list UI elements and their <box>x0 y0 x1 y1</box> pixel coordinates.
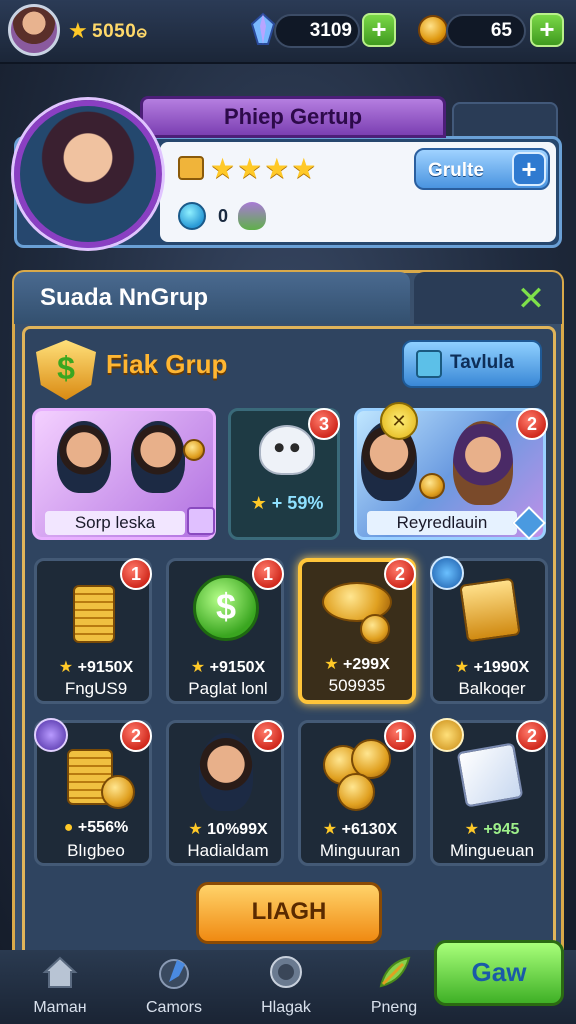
star-icon: ★ <box>58 659 74 676</box>
count-badge: 2 <box>252 720 284 752</box>
tavlula-button-label: Tavlula <box>450 352 515 373</box>
item-name: 509935 <box>328 676 386 695</box>
nav-item-hlagak[interactable]: Hlagak <box>236 954 336 1020</box>
rank-badge-icon <box>178 156 204 180</box>
leaf-icon <box>379 956 411 988</box>
crate-icon <box>456 742 524 808</box>
character-portrait <box>199 733 253 811</box>
item-price: +9150X <box>209 659 266 676</box>
item-price: +1990X <box>473 659 530 676</box>
count-badge: 3 <box>308 408 340 440</box>
gold-bar-icon <box>459 577 521 643</box>
count-badge: 2 <box>516 720 548 752</box>
count-badge: 2 <box>120 720 152 752</box>
dollar-coin-icon: $ <box>193 575 259 641</box>
badge-icon <box>270 956 302 988</box>
star-icon: ★ <box>188 821 203 838</box>
coin-icon <box>183 439 205 461</box>
coin-icon <box>360 614 390 644</box>
nav-label: Mamaн <box>33 999 87 1016</box>
diamond-icon <box>512 506 546 540</box>
gift-icon <box>238 202 266 230</box>
item-price: +945 <box>483 821 520 838</box>
rating-stars: ★★★★ <box>210 153 319 184</box>
profile-side-tab[interactable] <box>452 102 558 138</box>
flag-icon <box>159 959 189 989</box>
coin-icon <box>337 773 375 811</box>
coin-icon: ● <box>63 819 74 836</box>
panda-icon <box>259 425 315 475</box>
profile-avatar[interactable] <box>14 100 162 248</box>
home-icon <box>42 956 78 988</box>
item-price: +6130X <box>341 821 398 838</box>
nav-item-pneng[interactable]: Pneng <box>344 954 444 1020</box>
panel-title: Suada NnGrup <box>40 284 209 311</box>
coin-icon <box>101 775 135 809</box>
star-icon: ★ <box>190 659 206 676</box>
heart-icon <box>178 202 206 230</box>
star-icon: ★ <box>454 659 470 676</box>
dollar-icon: $ <box>57 350 75 386</box>
add-coins-button[interactable]: + <box>530 13 564 47</box>
character-portrait <box>57 421 111 493</box>
plus-icon[interactable]: + <box>512 152 546 186</box>
star-icon: ★ <box>68 18 88 43</box>
coin-value: 65 <box>490 20 512 41</box>
featured-card-percent: + 59% <box>271 493 324 513</box>
character-portrait <box>131 421 185 493</box>
star-icon: ★ <box>250 493 267 513</box>
star-icon: ★ <box>322 821 338 838</box>
grulte-button-label: Grulte <box>428 160 484 181</box>
coin-stack-icon <box>73 585 115 643</box>
count-badge: 2 <box>516 408 548 440</box>
door-badge-icon <box>430 718 464 752</box>
nav-item-camors[interactable]: Camors <box>124 954 224 1020</box>
item-name: Mingueuan <box>449 841 535 860</box>
featured-card-1[interactable]: Sorp leska <box>32 408 216 540</box>
item-name: Hadialdam <box>187 841 269 860</box>
item-name: Balkoqer <box>458 679 526 698</box>
gem-value: 3109 <box>309 20 352 41</box>
item-price: +556% <box>77 819 129 836</box>
gem-box-icon <box>187 507 215 535</box>
add-gems-button[interactable]: + <box>362 13 396 47</box>
nav-label: Camors <box>145 999 202 1016</box>
count-badge: 1 <box>120 558 152 590</box>
count-badge: 2 <box>384 558 416 590</box>
nav-item-home[interactable]: Mamaн <box>10 954 110 1020</box>
liagh-button[interactable]: LIAGH <box>196 882 382 944</box>
heart-count: 0 <box>218 206 229 226</box>
nav-label: Pneng <box>370 999 418 1016</box>
coin-icon <box>418 15 448 45</box>
star-icon: ★ <box>464 821 479 838</box>
player-avatar[interactable] <box>8 4 60 56</box>
multiplier-badge-icon: ✕ <box>380 402 418 440</box>
character-portrait <box>453 421 513 505</box>
item-name: Paglat lonl <box>188 679 268 698</box>
section-title: Fiak Grup <box>106 349 228 379</box>
item-price: +9150X <box>77 659 134 676</box>
item-price: 10%99X <box>207 821 268 838</box>
gaw-button[interactable]: Gaw <box>434 940 564 1006</box>
profile-name: Phiep Gertup <box>140 96 446 138</box>
box-icon <box>416 350 442 378</box>
swirl-badge-icon <box>34 718 68 752</box>
nav-label: Hlagak <box>261 999 311 1016</box>
count-badge: 1 <box>384 720 416 752</box>
close-icon[interactable]: ✕ <box>512 280 550 318</box>
featured-card-label: Sorp leska <box>45 511 185 535</box>
score-value: 5050ဓ <box>92 21 148 42</box>
featured-card-label: Reyredlauin <box>367 511 517 535</box>
box-badge-icon <box>430 556 464 590</box>
star-icon: ★ <box>324 656 339 673</box>
count-badge: 1 <box>252 558 284 590</box>
coin-icon <box>419 473 445 499</box>
item-name: Blıgbeo <box>67 841 125 860</box>
item-name: Minguuran <box>319 841 401 860</box>
item-price: +299X <box>343 656 390 673</box>
item-name: FngUS9 <box>64 679 128 698</box>
